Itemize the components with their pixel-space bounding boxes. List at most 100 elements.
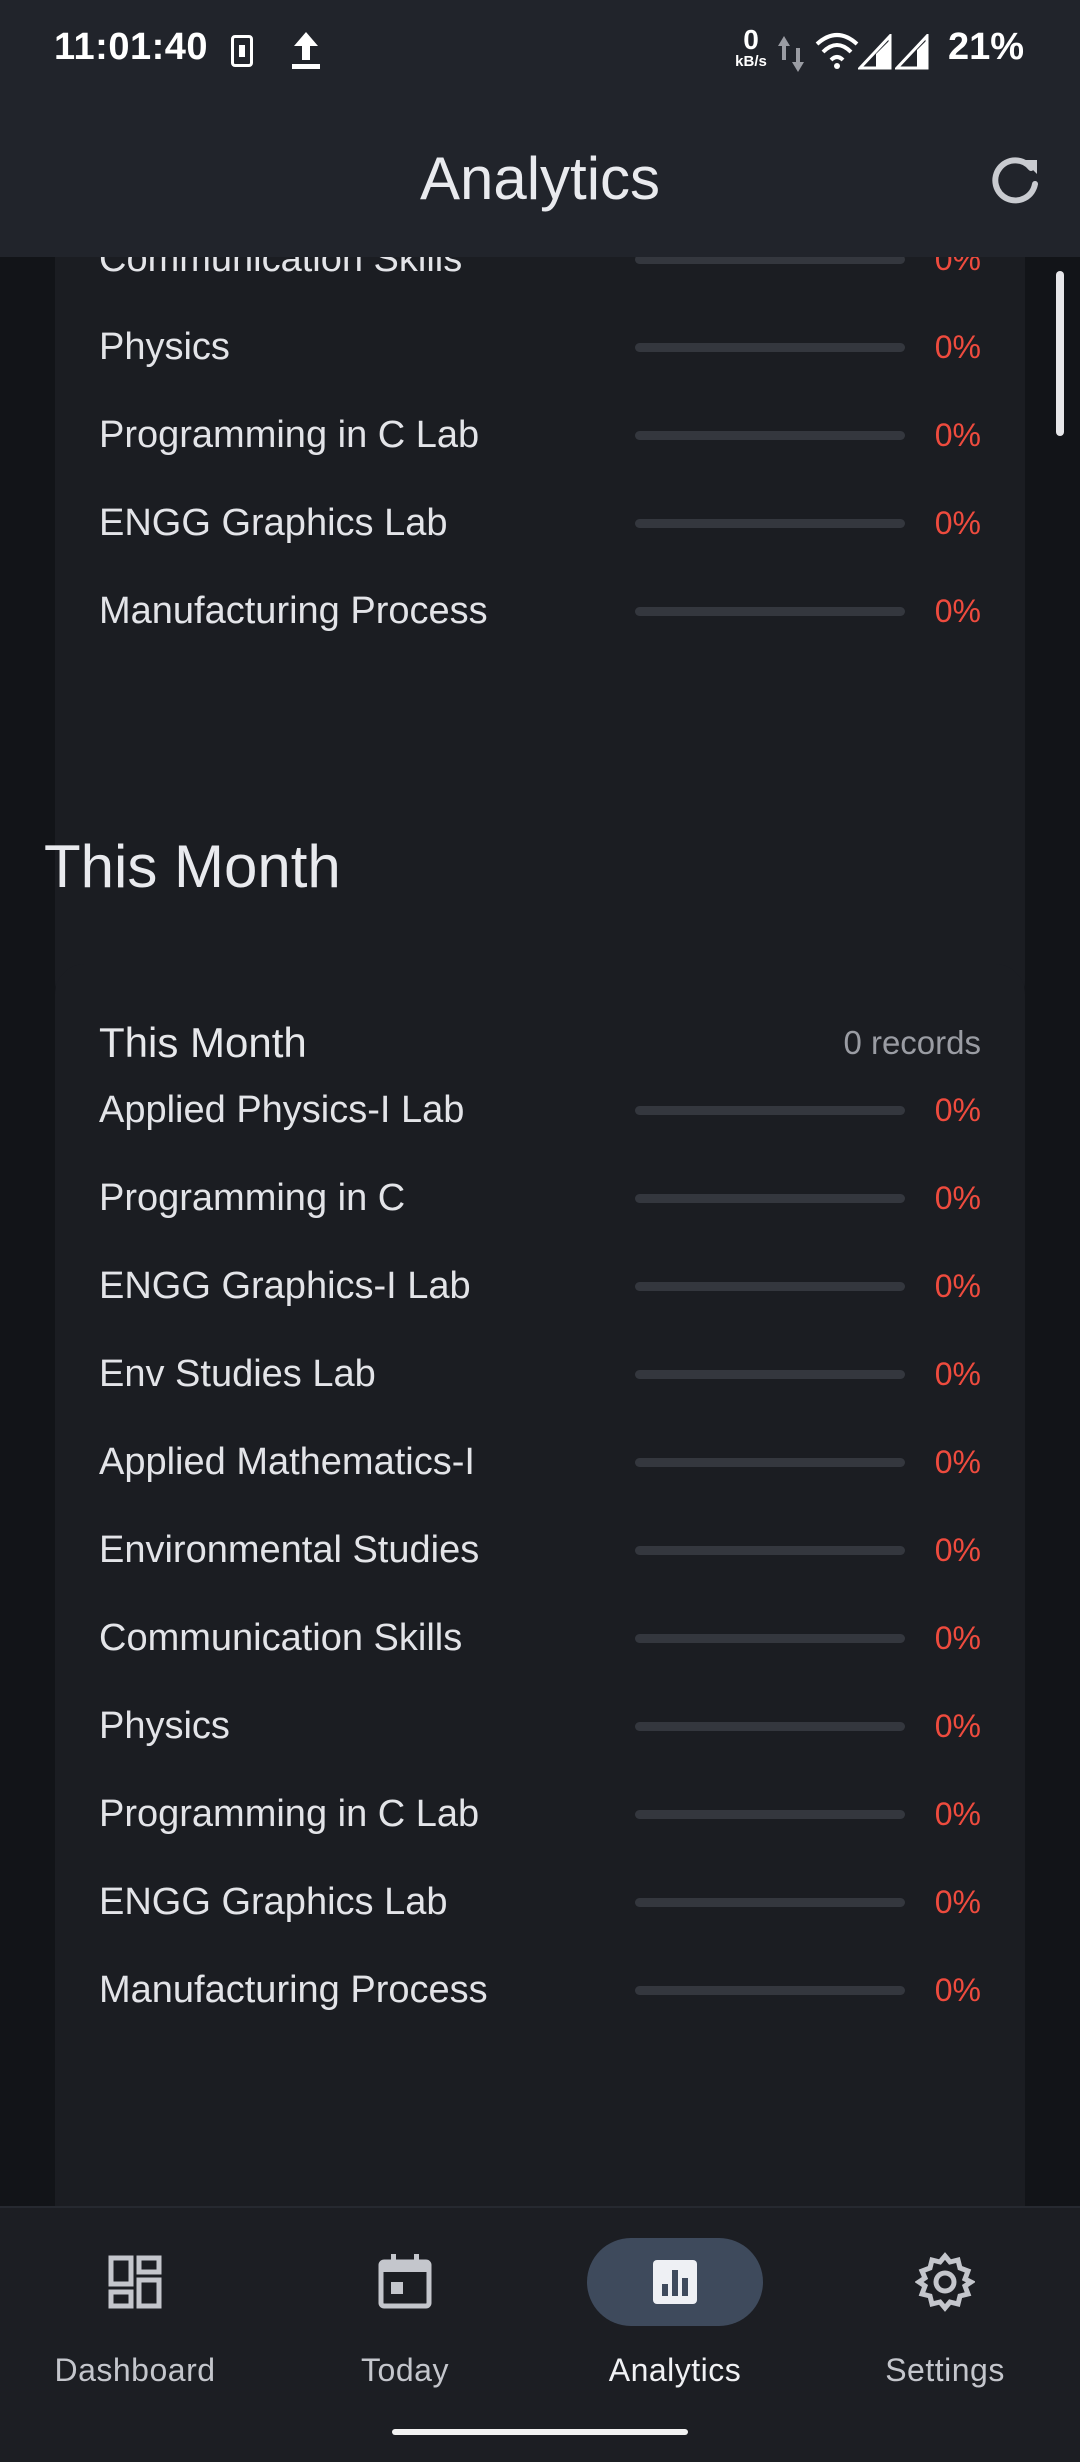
gear-icon [915, 2252, 975, 2312]
percent-value: 0% [934, 1356, 981, 1392]
percent-value: 0% [934, 257, 981, 277]
signal-icon [858, 34, 892, 70]
card-title: This Month [99, 1019, 307, 1066]
nav-icon-container [317, 2238, 493, 2326]
network-speed: 0 kB/s [728, 24, 774, 70]
nav-label-today: Today [361, 2352, 449, 2388]
page-title: Analytics [419, 145, 661, 212]
subject-row: ENGG Graphics Lab 0% [55, 479, 1025, 567]
percent-value: 0% [934, 1180, 981, 1216]
percent-value: 0% [934, 329, 981, 365]
progress-bar-track [635, 1898, 905, 1907]
subject-row: ENGG Graphics-I Lab 0% [55, 1242, 1025, 1330]
subject-label: Programming in C Lab [99, 414, 480, 456]
percent-value: 0% [934, 1972, 981, 2008]
progress-bar-track [635, 1370, 905, 1379]
subject-label: Physics [99, 326, 230, 368]
refresh-icon[interactable] [985, 150, 1045, 210]
app-bar: Analytics [0, 100, 1080, 257]
progress-bar-track [635, 607, 905, 616]
subject-row: Communication Skills 0% [55, 257, 1025, 303]
subject-label: Programming in C Lab [99, 1793, 480, 1835]
nav-item-dashboard[interactable]: Dashboard [0, 2234, 270, 2404]
percent-value: 0% [934, 1620, 981, 1656]
percent-value: 0% [934, 1532, 981, 1568]
scrollbar[interactable] [1056, 271, 1064, 436]
percent-value: 0% [934, 417, 981, 453]
progress-bar-track [635, 519, 905, 528]
subject-row: Manufacturing Process 0% [55, 567, 1025, 655]
progress-bar-track [635, 1810, 905, 1819]
progress-bar-track [635, 1106, 905, 1115]
subject-row: Communication Skills 0% [55, 1594, 1025, 1682]
subject-label: Manufacturing Process [99, 590, 488, 632]
percent-value: 0% [934, 505, 981, 541]
progress-bar-track [635, 1634, 905, 1643]
subject-label: Applied Mathematics-I [99, 1441, 475, 1483]
subject-label: Environmental Studies [99, 1529, 480, 1571]
nav-icon-container [47, 2238, 223, 2326]
dashboard-icon [108, 2255, 162, 2309]
wifi-icon [815, 33, 859, 69]
calendar-icon [378, 2254, 432, 2309]
subject-label: Communication Skills [99, 1617, 463, 1659]
section-heading-this-month: This Month [44, 833, 341, 900]
subject-row: Programming in C Lab 0% [55, 1770, 1025, 1858]
subject-label: Env Studies Lab [99, 1353, 376, 1395]
data-transfer-icon [778, 36, 804, 72]
subject-label: Programming in C [99, 1177, 406, 1219]
progress-bar-track [635, 431, 905, 440]
subject-label: Applied Physics-I Lab [99, 1089, 465, 1131]
subject-row: ENGG Graphics Lab 0% [55, 1858, 1025, 1946]
records-count: 0 records [843, 1024, 981, 1061]
status-time: 11:01:40 [54, 26, 209, 68]
status-bar: 11:01:40 0 kB/s 21% [0, 0, 1080, 100]
subject-row: Env Studies Lab 0% [55, 1330, 1025, 1418]
nav-item-analytics[interactable]: Analytics [540, 2234, 810, 2404]
nav-label-dashboard: Dashboard [54, 2352, 216, 2388]
nav-label-settings: Settings [885, 2352, 1005, 2388]
signal-icon-secondary [895, 34, 929, 70]
progress-bar-track [635, 1458, 905, 1467]
subject-row: Physics 0% [55, 303, 1025, 391]
progress-bar-track [635, 343, 905, 352]
nav-active-indicator [587, 2238, 763, 2326]
analytics-icon [653, 2260, 697, 2304]
nav-item-today[interactable]: Today [270, 2234, 540, 2404]
percent-value: 0% [934, 1884, 981, 1920]
percent-value: 0% [934, 1092, 981, 1128]
progress-bar-track [635, 1546, 905, 1555]
network-speed-unit: kB/s [735, 53, 767, 70]
upload-icon [292, 32, 320, 69]
battery-percent: 21% [948, 26, 1025, 68]
subject-label: ENGG Graphics Lab [99, 1881, 448, 1923]
percent-value: 0% [934, 1444, 981, 1480]
network-speed-value: 0 [743, 24, 759, 55]
progress-bar-track [635, 1194, 905, 1203]
progress-bar-track [635, 1722, 905, 1731]
analytics-scroll-content[interactable]: Communication Skills 0% Physics 0% Programmi… [0, 257, 1080, 2207]
percent-value: 0% [934, 1268, 981, 1304]
home-indicator[interactable] [392, 2429, 688, 2435]
subject-row: Physics 0% [55, 1682, 1025, 1770]
nav-item-settings[interactable]: Settings [810, 2234, 1080, 2404]
subject-label: Communication Skills [99, 257, 463, 280]
progress-bar-track [635, 257, 905, 264]
nav-icon-container [857, 2238, 1033, 2326]
bottom-navigation: Dashboard Today Analytics Settings [0, 2206, 1080, 2462]
subject-label: ENGG Graphics-I Lab [99, 1265, 471, 1307]
subject-row: Applied Mathematics-I 0% [55, 1418, 1025, 1506]
progress-bar-track [635, 1282, 905, 1291]
percent-value: 0% [934, 1708, 981, 1744]
sim-card-icon [231, 35, 253, 67]
subject-label: ENGG Graphics Lab [99, 502, 448, 544]
progress-bar-track [635, 1986, 905, 1995]
subject-row: Programming in C 0% [55, 1154, 1025, 1242]
subject-row: Manufacturing Process 0% [55, 1946, 1025, 2034]
percent-value: 0% [934, 593, 981, 629]
subject-row: Applied Physics-I Lab 0% [55, 1066, 1025, 1154]
nav-label-analytics: Analytics [608, 2352, 742, 2388]
subject-row: Programming in C Lab 0% [55, 391, 1025, 479]
subject-row: Environmental Studies 0% [55, 1506, 1025, 1594]
this-month-card: This Month 0 records Applied Physics-I L… [55, 964, 1025, 2207]
